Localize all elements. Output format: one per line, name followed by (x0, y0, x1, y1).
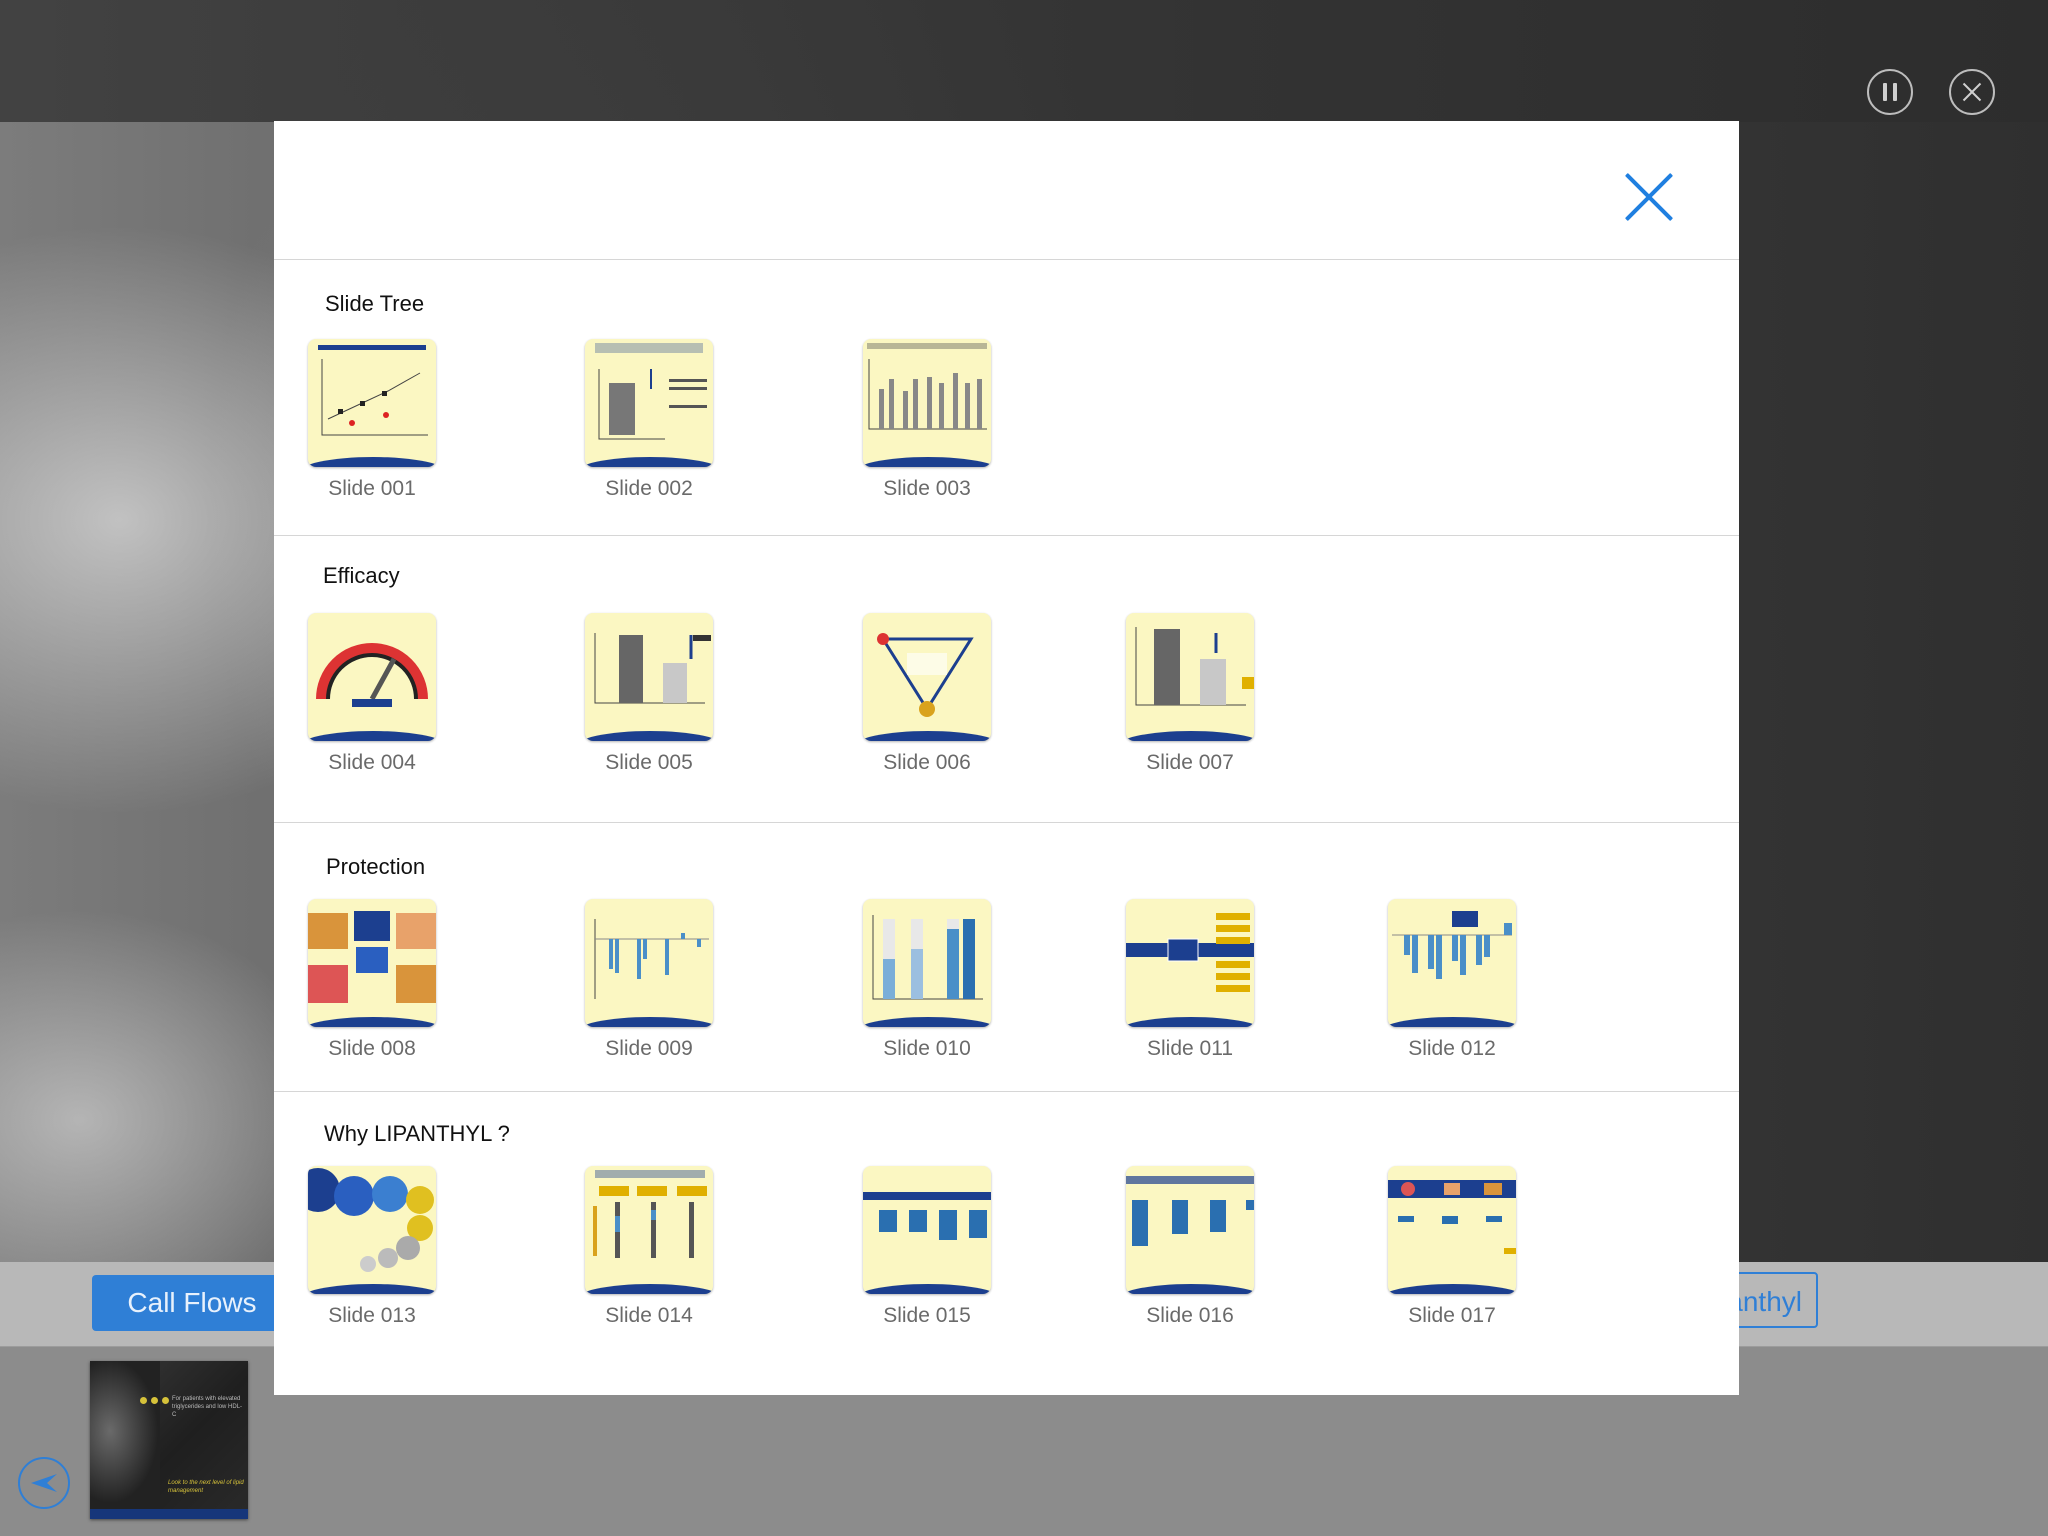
slide-image (308, 1166, 436, 1294)
slide-image (863, 339, 991, 467)
section-why-lipanthyl: Why LIPANTHYL ? Slide 013 Slide 014 Slid… (274, 1091, 1739, 1395)
slide-label: Slide 003 (883, 477, 971, 500)
section-protection: Protection Slide 008 Slide 009 Slide 010… (274, 822, 1739, 1092)
slide-image (585, 613, 713, 741)
slide-image (585, 1166, 713, 1294)
slide-label: Slide 005 (605, 751, 693, 774)
section-title: Slide Tree (325, 291, 425, 316)
slide-label: Slide 012 (1408, 1037, 1496, 1060)
slide-label: Slide 016 (1146, 1304, 1234, 1327)
dots-decoration (140, 1397, 169, 1404)
thumbnail-tagline: Look to the next level of lipid manageme… (168, 1480, 244, 1494)
slide-image (308, 613, 436, 741)
slide-image (308, 339, 436, 467)
thumbnail-headline: For patients with elevated triglycerides… (172, 1396, 243, 1418)
thumbnail-band (90, 1509, 248, 1519)
slide-image (1126, 613, 1254, 741)
section-slide-tree: Slide Tree Slide 001 Slide 002 Slide 003 (274, 259, 1739, 536)
section-title: Protection (326, 854, 426, 879)
slide-navigator-modal: Slide Tree Slide 001 Slide 002 Slide 003… (274, 121, 1739, 1395)
slide-label: Slide 010 (883, 1037, 971, 1060)
slide-image (1126, 1166, 1254, 1294)
section-efficacy: Efficacy Slide 004 Slide 005 Slide 006 S… (274, 535, 1739, 823)
top-shade (0, 0, 2048, 122)
slide-image (585, 339, 713, 467)
modal-header (274, 121, 1739, 260)
slide-label: Slide 014 (605, 1304, 693, 1327)
section-title: Efficacy (323, 563, 400, 588)
slide-image (1126, 899, 1254, 1027)
slide-image (863, 899, 991, 1027)
slide-label: Slide 004 (328, 751, 416, 774)
slide-label: Slide 015 (883, 1304, 971, 1327)
close-icon[interactable] (1623, 171, 1675, 223)
slide-image (1388, 899, 1516, 1027)
slide-label: Slide 001 (328, 477, 416, 500)
slide-label: Slide 008 (328, 1037, 416, 1060)
slide-label: Slide 002 (605, 477, 693, 500)
slide-image (863, 1166, 991, 1294)
slide-label: Slide 007 (1146, 751, 1234, 774)
slide-image (308, 899, 436, 1027)
pause-icon[interactable] (1867, 69, 1913, 115)
slide-label: Slide 009 (605, 1037, 693, 1060)
slide-label: Slide 011 (1146, 1037, 1233, 1060)
slide-label: Slide 006 (883, 751, 971, 774)
face-image (90, 1361, 160, 1519)
slide-label: Slide 013 (328, 1304, 416, 1327)
back-arrow-icon[interactable] (18, 1457, 70, 1509)
close-icon[interactable] (1949, 69, 1995, 115)
slide-image (1388, 1166, 1516, 1294)
slide-image (585, 899, 713, 1027)
current-slide-thumbnail[interactable]: For patients with elevated triglycerides… (90, 1361, 248, 1519)
slide-label: Slide 017 (1408, 1304, 1496, 1327)
call-flows-button[interactable]: Call Flows (92, 1275, 292, 1331)
section-title: Why LIPANTHYL ? (324, 1121, 510, 1146)
slide-image (863, 613, 991, 741)
